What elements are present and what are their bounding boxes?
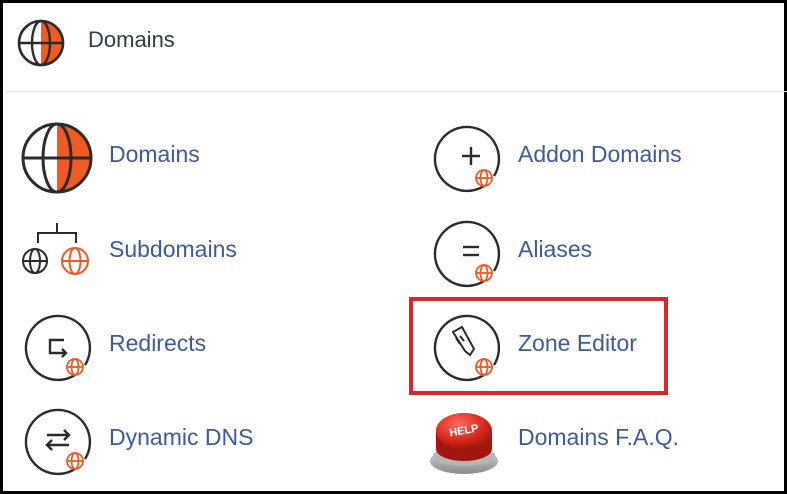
addon-domains-label: Addon Domains [518,141,682,167]
addon-domains-icon [433,125,501,193]
redirects-link[interactable]: Redirects [17,307,377,387]
redirects-icon [24,314,92,382]
dynamic-dns-icon [24,408,92,476]
subdomains-icon [22,223,89,275]
globe-icon [17,19,65,67]
help-button-icon: HELP [430,413,498,474]
domains-label: Domains [109,141,200,167]
aliases-label: Aliases [518,236,593,262]
addon-domains-link[interactable]: Addon Domains [426,118,786,198]
domains-link[interactable]: Domains [17,118,377,198]
aliases-link[interactable]: Aliases [426,213,786,293]
subdomains-label: Subdomains [109,236,237,262]
globe-icon [21,122,93,194]
aliases-icon [433,220,501,288]
subdomains-link[interactable]: Subdomains [17,213,377,293]
dynamic-dns-link[interactable]: Dynamic DNS [17,401,377,481]
section-title: Domains [88,27,175,52]
section-header: Domains [6,6,787,92]
domains-panel: Domains Domains Addon Domains Subdomains… [0,0,787,494]
domains-faq-link[interactable]: HELP Domains F.A.Q. [426,401,786,481]
domains-faq-label: Domains F.A.Q. [518,424,680,450]
highlight-box [409,297,668,395]
dynamic-dns-label: Dynamic DNS [109,424,254,450]
redirects-label: Redirects [109,330,207,356]
